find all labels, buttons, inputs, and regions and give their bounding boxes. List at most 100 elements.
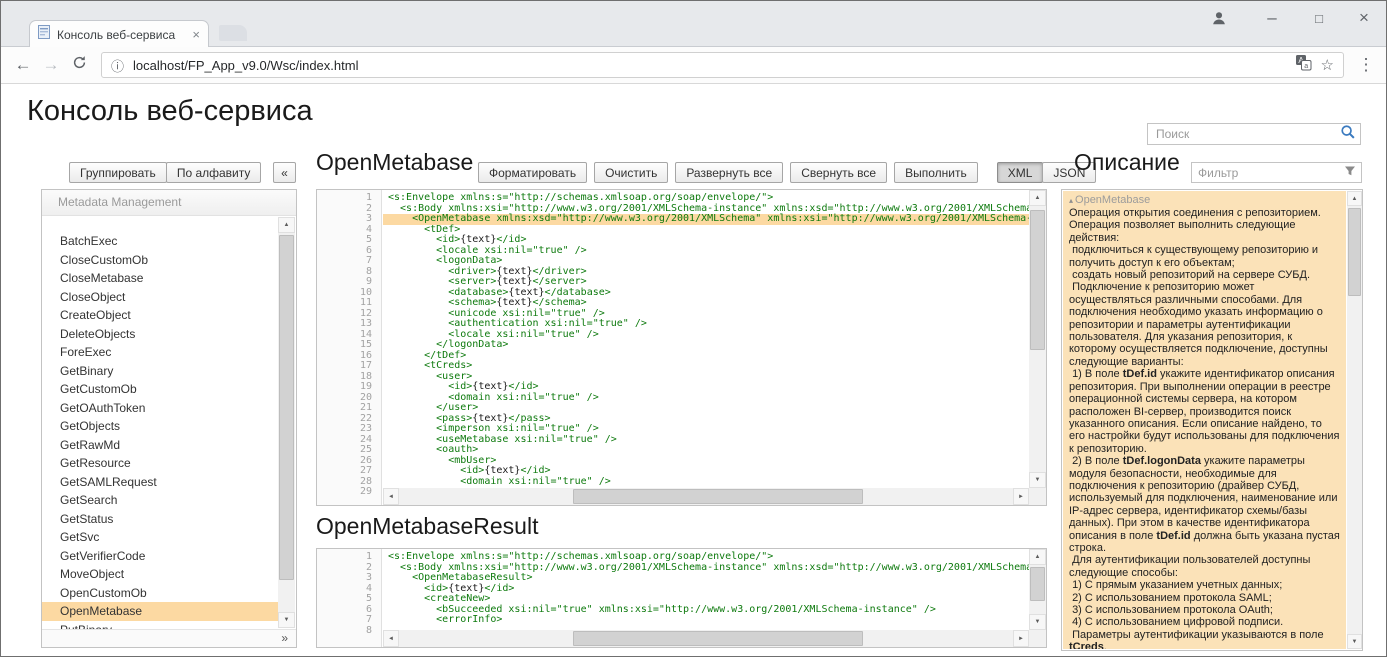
- result-editor[interactable]: 12345678 <s:Envelope xmlns:s="http://sch…: [316, 548, 1047, 648]
- request-editor[interactable]: 1234567891011121314151617181920212223242…: [316, 189, 1047, 506]
- bookmark-star-icon[interactable]: ☆: [1321, 56, 1334, 74]
- scrollbar-thumb[interactable]: [573, 489, 863, 504]
- code-line[interactable]: <oauth>: [383, 445, 1029, 456]
- code-line[interactable]: <schema>{text}</schema>: [383, 298, 1029, 309]
- scrollbar-thumb[interactable]: [279, 235, 294, 580]
- methods-group-header[interactable]: Metadata Management: [42, 190, 296, 216]
- browser-tab[interactable]: Консоль веб-сервиса ×: [29, 20, 209, 48]
- profile-icon[interactable]: [1203, 4, 1235, 32]
- url-text[interactable]: localhost/FP_App_v9.0/Wsc/index.html: [133, 58, 1286, 73]
- expand-all-button[interactable]: Развернуть все: [675, 162, 783, 183]
- scroll-right-icon[interactable]: ►: [1013, 488, 1029, 505]
- method-list-item[interactable]: GetVerifierCode: [42, 547, 278, 566]
- request-code-area[interactable]: <s:Envelope xmlns:s="http://schemas.xmls…: [383, 193, 1029, 488]
- description-scrollbar[interactable]: ▲ ▼: [1347, 191, 1362, 649]
- scroll-right-icon[interactable]: ►: [1013, 630, 1029, 647]
- code-line[interactable]: <id>{text}</id>: [383, 235, 1029, 246]
- page-info-icon[interactable]: ⓘ: [111, 56, 124, 75]
- scroll-left-icon[interactable]: ◄: [383, 488, 399, 505]
- result-hscrollbar[interactable]: ◄ ►: [383, 630, 1029, 647]
- maximize-button[interactable]: □: [1303, 4, 1335, 32]
- collapse-section-icon[interactable]: ▴: [1069, 196, 1073, 205]
- method-list-item[interactable]: BatchExec: [42, 232, 278, 251]
- new-tab-button[interactable]: [219, 25, 247, 41]
- request-vscrollbar[interactable]: ▲ ▼: [1029, 190, 1046, 488]
- scroll-up-icon[interactable]: ▲: [1347, 191, 1362, 206]
- method-list-item[interactable]: GetResource: [42, 454, 278, 473]
- method-list-item[interactable]: GetSAMLRequest: [42, 473, 278, 492]
- tab-close-icon[interactable]: ×: [192, 28, 200, 41]
- code-line[interactable]: <errorInfo>: [383, 615, 1029, 626]
- request-hscrollbar[interactable]: ◄ ►: [383, 488, 1029, 505]
- scroll-down-icon[interactable]: ▼: [278, 612, 295, 628]
- code-line[interactable]: <logonData>: [383, 256, 1029, 267]
- method-list-item[interactable]: ForeExec: [42, 343, 278, 362]
- code-line[interactable]: <id>{text}</id>: [383, 382, 1029, 393]
- method-list-item[interactable]: GetSearch: [42, 491, 278, 510]
- filter-funnel-icon[interactable]: [1344, 164, 1356, 182]
- reload-button[interactable]: [65, 55, 93, 75]
- execute-button[interactable]: Выполнить: [894, 162, 978, 183]
- method-list-item[interactable]: OpenCustomOb: [42, 584, 278, 603]
- clear-button[interactable]: Очистить: [594, 162, 668, 183]
- code-line[interactable]: </logonData>: [383, 340, 1029, 351]
- code-line[interactable]: <OpenMetabase xmlns:xsd="http://www.w3.o…: [383, 214, 1029, 225]
- method-list-item[interactable]: DeleteObjects: [42, 325, 278, 344]
- scrollbar-thumb[interactable]: [1030, 567, 1045, 601]
- scroll-down-icon[interactable]: ▼: [1029, 472, 1046, 488]
- code-line[interactable]: <domain xsi:nil="true" />: [383, 477, 1029, 488]
- method-list-item[interactable]: GetRawMd: [42, 436, 278, 455]
- format-button[interactable]: Форматировать: [478, 162, 587, 183]
- xml-toggle-button[interactable]: XML: [997, 162, 1044, 183]
- code-line[interactable]: <authentication xsi:nil="true" />: [383, 319, 1029, 330]
- scroll-left-icon[interactable]: ◄: [383, 630, 399, 647]
- code-line[interactable]: <s:Envelope xmlns:s="http://schemas.xmls…: [383, 193, 1029, 204]
- code-line[interactable]: <id>{text}</id>: [383, 466, 1029, 477]
- result-code-area[interactable]: <s:Envelope xmlns:s="http://schemas.xmls…: [383, 552, 1029, 630]
- scroll-up-icon[interactable]: ▲: [1029, 549, 1046, 565]
- method-list-item[interactable]: CloseObject: [42, 288, 278, 307]
- expand-panel-button[interactable]: »: [281, 631, 288, 645]
- code-line[interactable]: <s:Envelope xmlns:s="http://schemas.xmls…: [383, 552, 1029, 563]
- method-list-item[interactable]: MoveObject: [42, 565, 278, 584]
- group-button[interactable]: Группировать: [69, 162, 167, 183]
- collapse-panel-button[interactable]: «: [273, 162, 296, 183]
- code-line[interactable]: <useMetabase xsi:nil="true" />: [383, 435, 1029, 446]
- result-vscrollbar[interactable]: ▲ ▼: [1029, 549, 1046, 630]
- code-line[interactable]: <server>{text}</server>: [383, 277, 1029, 288]
- method-list-item[interactable]: GetBinary: [42, 362, 278, 381]
- scroll-up-icon[interactable]: ▲: [1029, 190, 1046, 206]
- search-icon[interactable]: [1340, 124, 1356, 145]
- address-bar[interactable]: ⓘ localhost/FP_App_v9.0/Wsc/index.html A…: [101, 52, 1344, 78]
- method-list-item[interactable]: CreateObject: [42, 306, 278, 325]
- description-section-header[interactable]: ▴OpenMetabase: [1069, 194, 1340, 207]
- translate-icon[interactable]: Aa: [1295, 54, 1312, 76]
- scrollbar-thumb[interactable]: [573, 631, 863, 646]
- code-line[interactable]: <tCreds>: [383, 361, 1029, 372]
- close-button[interactable]: ×: [1348, 4, 1380, 32]
- method-list-item[interactable]: GetSvc: [42, 528, 278, 547]
- scroll-down-icon[interactable]: ▼: [1029, 614, 1046, 630]
- methods-scrollbar[interactable]: ▲ ▼: [278, 217, 295, 628]
- method-list-item[interactable]: GetCustomOb: [42, 380, 278, 399]
- scroll-down-icon[interactable]: ▼: [1347, 634, 1362, 649]
- forward-button[interactable]: →: [37, 55, 65, 75]
- alphabet-button[interactable]: По алфавиту: [166, 162, 262, 183]
- method-list-item[interactable]: PutBinary: [42, 621, 278, 630]
- method-list-item[interactable]: CloseMetabase: [42, 269, 278, 288]
- back-button[interactable]: ←: [9, 55, 37, 75]
- scrollbar-thumb[interactable]: [1030, 210, 1045, 350]
- method-list-item[interactable]: GetObjects: [42, 417, 278, 436]
- code-line[interactable]: <createNew>: [383, 594, 1029, 605]
- method-list-item[interactable]: OpenMetabase: [42, 602, 278, 621]
- collapse-all-button[interactable]: Свернуть все: [790, 162, 887, 183]
- code-line[interactable]: <domain xsi:nil="true" />: [383, 393, 1029, 404]
- filter-input[interactable]: [1198, 166, 1344, 180]
- minimize-button[interactable]: –: [1256, 4, 1288, 32]
- scroll-up-icon[interactable]: ▲: [278, 217, 295, 233]
- method-list-item[interactable]: GetOAuthToken: [42, 399, 278, 418]
- search-input[interactable]: [1156, 127, 1340, 141]
- method-list-item[interactable]: GetStatus: [42, 510, 278, 529]
- browser-menu-icon[interactable]: ⋮: [1352, 55, 1380, 75]
- code-line[interactable]: <imperson xsi:nil="true" />: [383, 424, 1029, 435]
